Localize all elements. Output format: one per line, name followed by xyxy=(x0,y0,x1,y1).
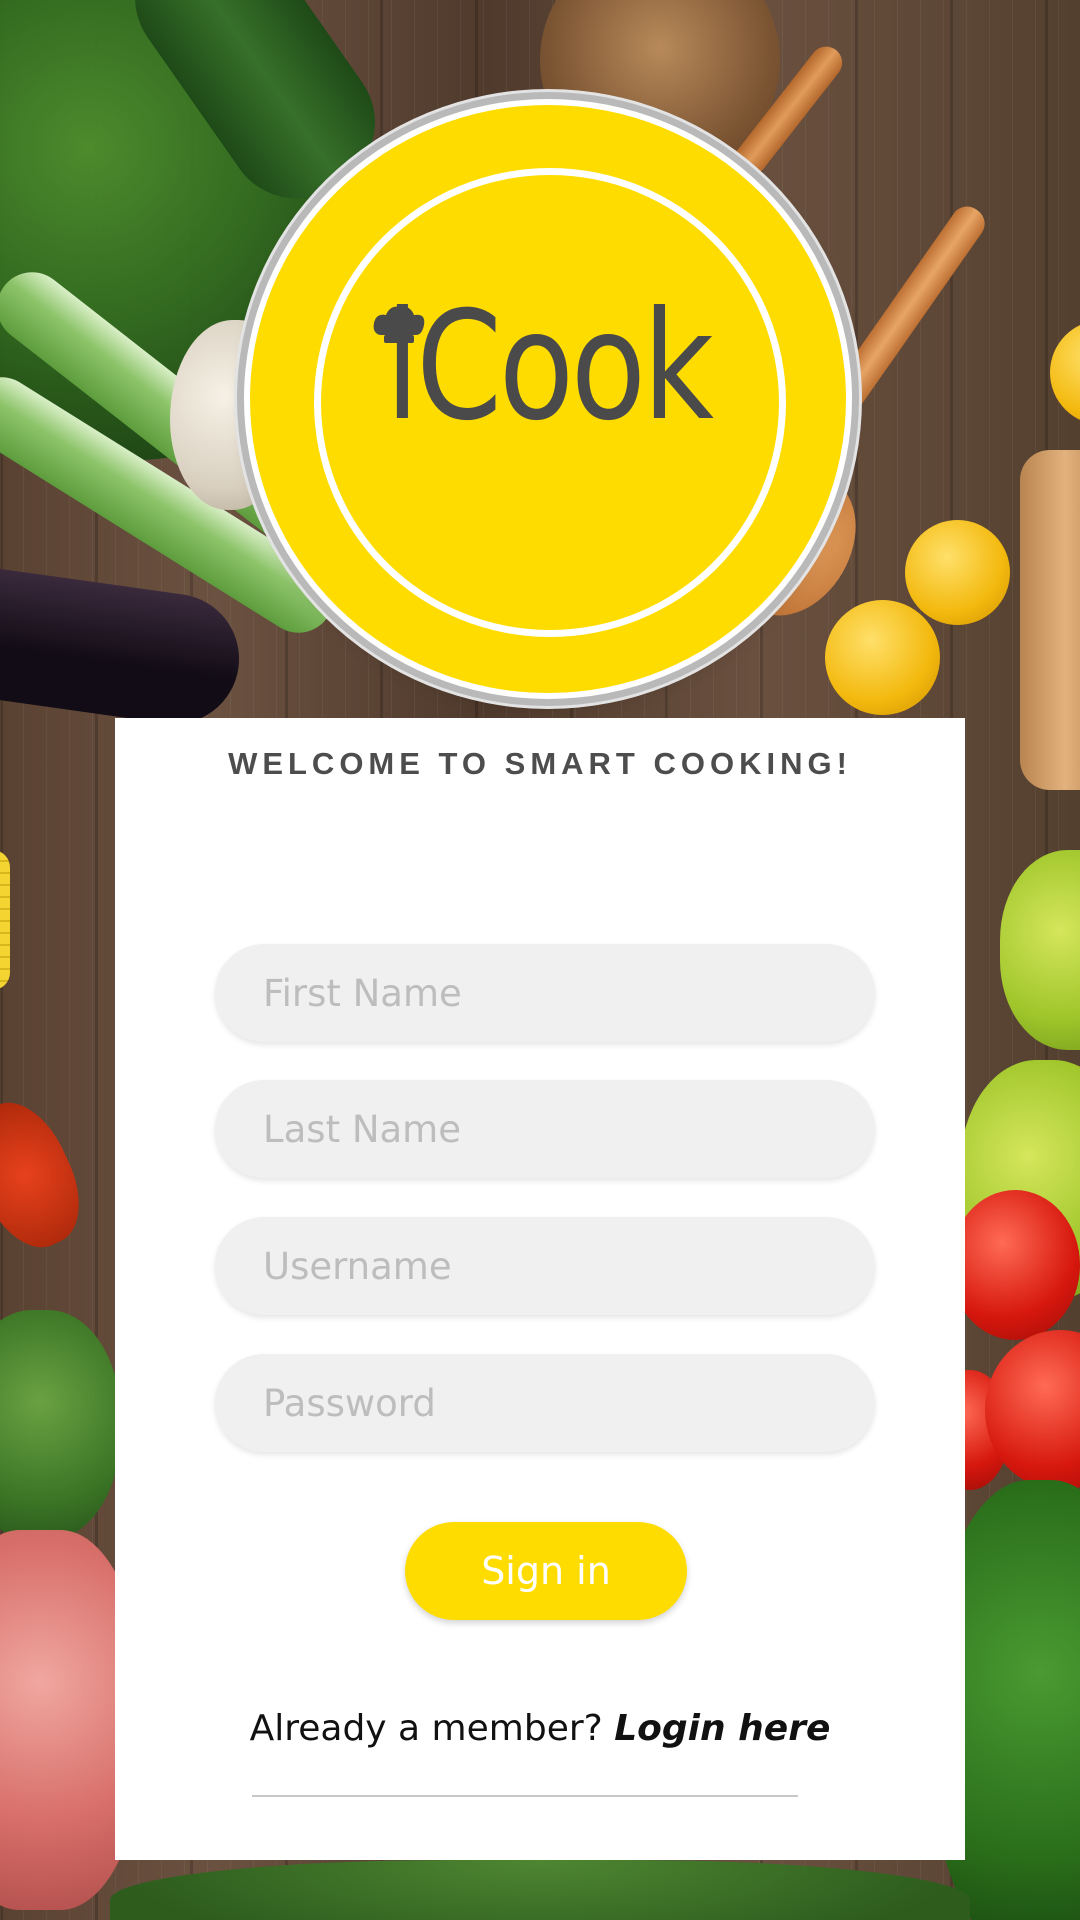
yellow-tomato-decoration xyxy=(825,600,940,715)
corn-decoration xyxy=(0,850,10,990)
signup-screen: iCook WELCOME TO SMART COOKING! Sign in … xyxy=(0,0,1080,1920)
logo-text: iCook xyxy=(385,280,714,454)
signup-card: WELCOME TO SMART COOKING! Sign in Alread… xyxy=(115,718,965,1860)
greens-decoration xyxy=(110,1860,970,1920)
last-name-input[interactable] xyxy=(215,1080,875,1178)
welcome-heading: WELCOME TO SMART COOKING! xyxy=(228,746,852,781)
login-prompt: Already a member? Login here xyxy=(115,1708,965,1749)
member-prompt-text: Already a member? xyxy=(249,1708,615,1749)
sign-in-button[interactable]: Sign in xyxy=(405,1522,687,1620)
yellow-tomato-decoration xyxy=(905,520,1010,625)
app-logo: iCook xyxy=(250,105,846,693)
divider xyxy=(252,1795,798,1797)
crawfish-decoration xyxy=(0,1088,98,1262)
tomato-decoration xyxy=(950,1190,1080,1340)
username-input[interactable] xyxy=(215,1217,875,1315)
first-name-input[interactable] xyxy=(215,944,875,1042)
lettuce-decoration xyxy=(0,1310,120,1540)
password-input[interactable] xyxy=(215,1354,875,1452)
login-link[interactable]: Login here xyxy=(614,1708,830,1749)
yellow-tomato-decoration xyxy=(1050,320,1080,425)
pepper-mill-decoration xyxy=(1020,450,1080,790)
pepper-decoration xyxy=(1000,850,1080,1050)
